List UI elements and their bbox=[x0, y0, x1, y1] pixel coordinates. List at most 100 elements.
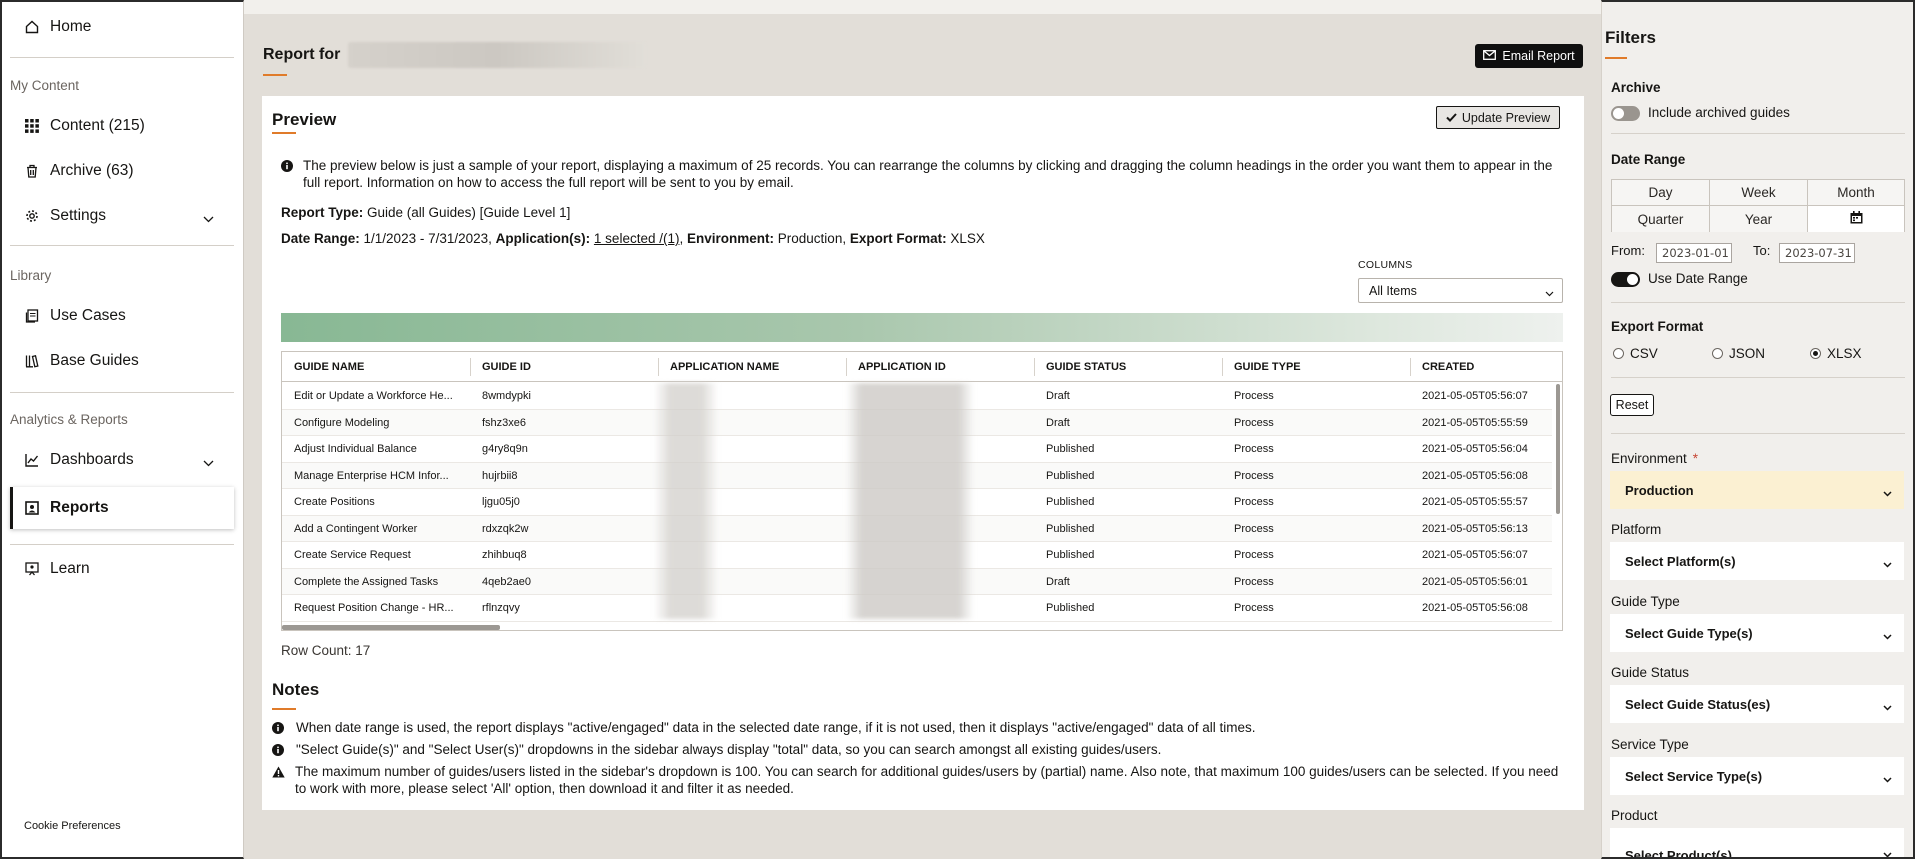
vertical-scrollbar[interactable] bbox=[1556, 384, 1560, 514]
radio-dot bbox=[1613, 348, 1624, 359]
cell-guide-id: hujrbii8 bbox=[482, 469, 518, 482]
calendar-icon bbox=[1850, 211, 1863, 227]
cookie-preferences-link[interactable]: Cookie Preferences bbox=[24, 820, 121, 832]
range-year-button[interactable]: Year bbox=[1710, 206, 1808, 232]
environment-label: Environment: bbox=[687, 231, 775, 246]
use-date-range-toggle[interactable] bbox=[1611, 272, 1640, 287]
preview-table: GUIDE NAME GUIDE ID APPLICATION NAME APP… bbox=[281, 351, 1563, 631]
sidebar-item-use-cases[interactable]: Use Cases bbox=[10, 298, 234, 334]
cell-guide-status: Published bbox=[1046, 469, 1095, 482]
guide-status-dropdown[interactable]: Select Guide Status(es) bbox=[1610, 685, 1904, 723]
column-header-application-name[interactable]: APPLICATION NAME bbox=[658, 352, 846, 382]
cell-created: 2021-05-05T05:56:04 bbox=[1422, 443, 1528, 455]
range-month-button[interactable]: Month bbox=[1808, 180, 1904, 206]
grid-icon bbox=[24, 118, 40, 134]
sidebar-item-reports[interactable]: Reports bbox=[10, 487, 234, 529]
guide-status-label: Guide Status bbox=[1611, 665, 1690, 680]
product-dropdown-value: Select Product(s) bbox=[1625, 848, 1732, 857]
sidebar-item-content[interactable]: Content (215) bbox=[10, 108, 234, 144]
preview-title: Preview bbox=[272, 110, 337, 129]
guide-type-dropdown[interactable]: Select Guide Type(s) bbox=[1610, 614, 1904, 652]
update-preview-button[interactable]: Update Preview bbox=[1436, 106, 1560, 129]
note-item: The maximum number of guides/users liste… bbox=[272, 763, 1572, 797]
applications-link[interactable]: 1 selected /(1) bbox=[594, 231, 680, 246]
note-text: "Select Guide(s)" and "Select User(s)" d… bbox=[296, 742, 1162, 757]
toggle-knob bbox=[1627, 274, 1638, 285]
sidebar-item-label: Archive (63) bbox=[50, 162, 134, 179]
cell-created: 2021-05-05T05:55:59 bbox=[1422, 416, 1528, 429]
sidebar-item-archive[interactable]: Archive (63) bbox=[10, 153, 234, 189]
to-date-input[interactable]: 2023-07-31 bbox=[1779, 243, 1855, 263]
note-item: "Select Guide(s)" and "Select User(s)" d… bbox=[272, 741, 1572, 760]
cell-guide-type: Process bbox=[1234, 443, 1274, 455]
sidebar-item-settings[interactable]: Settings bbox=[10, 198, 234, 234]
export-csv-radio[interactable]: CSV bbox=[1613, 346, 1658, 361]
sidebar-item-label: Use Cases bbox=[50, 307, 126, 324]
column-header-guide-type[interactable]: GUIDE TYPE bbox=[1222, 352, 1410, 382]
cell-guide-name: Create Service Request bbox=[294, 549, 411, 561]
guide-type-dropdown-value: Select Guide Type(s) bbox=[1625, 625, 1753, 641]
columns-select[interactable]: All Items bbox=[1358, 278, 1563, 303]
use-date-range-label: Use Date Range bbox=[1648, 271, 1748, 286]
columns-label: COLUMNS bbox=[1358, 259, 1413, 271]
service-type-dropdown[interactable]: Select Service Type(s) bbox=[1610, 757, 1904, 795]
sidebar-item-learn[interactable]: Learn bbox=[10, 551, 234, 587]
gear-icon bbox=[24, 208, 40, 224]
include-archived-toggle[interactable] bbox=[1611, 106, 1640, 121]
chevron-down-icon bbox=[203, 210, 214, 228]
horizontal-scrollbar[interactable] bbox=[282, 625, 500, 630]
range-day-button[interactable]: Day bbox=[1612, 180, 1710, 206]
environment-label-text: Environment bbox=[1611, 451, 1687, 466]
divider bbox=[1611, 302, 1905, 303]
cell-guide-id: rdxzqk2w bbox=[482, 522, 529, 535]
divider bbox=[1611, 133, 1905, 134]
cell-created: 2021-05-05T05:56:01 bbox=[1422, 575, 1528, 588]
cell-guide-type: Process bbox=[1234, 496, 1274, 508]
cell-guide-id: fshz3xe6 bbox=[482, 416, 527, 429]
from-date-input[interactable]: 2023-01-01 bbox=[1656, 243, 1732, 263]
update-preview-label: Update Preview bbox=[1461, 110, 1551, 125]
sidebar-item-label: Base Guides bbox=[50, 352, 139, 369]
platform-dropdown[interactable]: Select Platform(s) bbox=[1610, 542, 1904, 580]
product-dropdown[interactable]: Select Product(s) bbox=[1610, 828, 1904, 857]
date-range-grid: Day Week Month Quarter Year bbox=[1611, 179, 1905, 232]
radio-dot-selected bbox=[1810, 348, 1821, 359]
range-week-button[interactable]: Week bbox=[1710, 180, 1808, 206]
cell-created: 2021-05-05T05:56:08 bbox=[1422, 602, 1528, 614]
email-report-button[interactable]: Email Report bbox=[1475, 44, 1583, 68]
sidebar-item-dashboards[interactable]: Dashboards bbox=[10, 442, 234, 478]
cell-guide-name: Configure Modeling bbox=[294, 416, 390, 429]
date-range-label: Date Range bbox=[1611, 152, 1686, 167]
range-quarter-button[interactable]: Quarter bbox=[1612, 206, 1710, 232]
cell-created: 2021-05-05T05:56:07 bbox=[1422, 390, 1528, 402]
export-json-radio[interactable]: JSON bbox=[1712, 346, 1765, 361]
drag-columns-bar[interactable] bbox=[281, 313, 1563, 342]
sidebar-item-label: Home bbox=[50, 18, 92, 35]
cell-guide-id: 4qeb2ae0 bbox=[482, 575, 531, 588]
date-range-line: Date Range: 1/1/2023 - 7/31/2023, Applic… bbox=[281, 231, 985, 246]
filters-panel bbox=[1601, 0, 1915, 859]
sidebar-item-home[interactable]: Home bbox=[10, 9, 234, 45]
cell-guide-name: Edit or Update a Workforce He... bbox=[294, 390, 453, 402]
environment-dropdown[interactable]: Production bbox=[1610, 471, 1904, 509]
info-icon bbox=[272, 721, 286, 738]
notes-accent bbox=[272, 708, 296, 710]
cell-guide-id: g4ry8q9n bbox=[482, 443, 528, 455]
column-header-guide-id[interactable]: GUIDE ID bbox=[470, 352, 658, 382]
divider bbox=[1611, 377, 1905, 378]
service-type-dropdown-value: Select Service Type(s) bbox=[1625, 768, 1763, 784]
sidebar-item-base-guides[interactable]: Base Guides bbox=[10, 343, 234, 379]
chevron-down-icon bbox=[1883, 628, 1892, 643]
column-header-application-id[interactable]: APPLICATION ID bbox=[846, 352, 1034, 382]
calendar-button[interactable] bbox=[1808, 206, 1904, 232]
reset-button[interactable]: Reset bbox=[1610, 394, 1654, 416]
note-text: When date range is used, the report disp… bbox=[296, 720, 1256, 735]
info-icon bbox=[272, 743, 286, 760]
column-header-created[interactable]: CREATED bbox=[1410, 352, 1560, 382]
column-header-guide-name[interactable]: GUIDE NAME bbox=[282, 352, 470, 382]
cell-guide-id: zhihbuq8 bbox=[482, 549, 527, 561]
column-header-guide-status[interactable]: GUIDE STATUS bbox=[1034, 352, 1222, 382]
chevron-down-icon bbox=[1883, 556, 1892, 571]
export-xlsx-radio[interactable]: XLSX bbox=[1810, 346, 1862, 361]
radio-dot bbox=[1712, 348, 1723, 359]
